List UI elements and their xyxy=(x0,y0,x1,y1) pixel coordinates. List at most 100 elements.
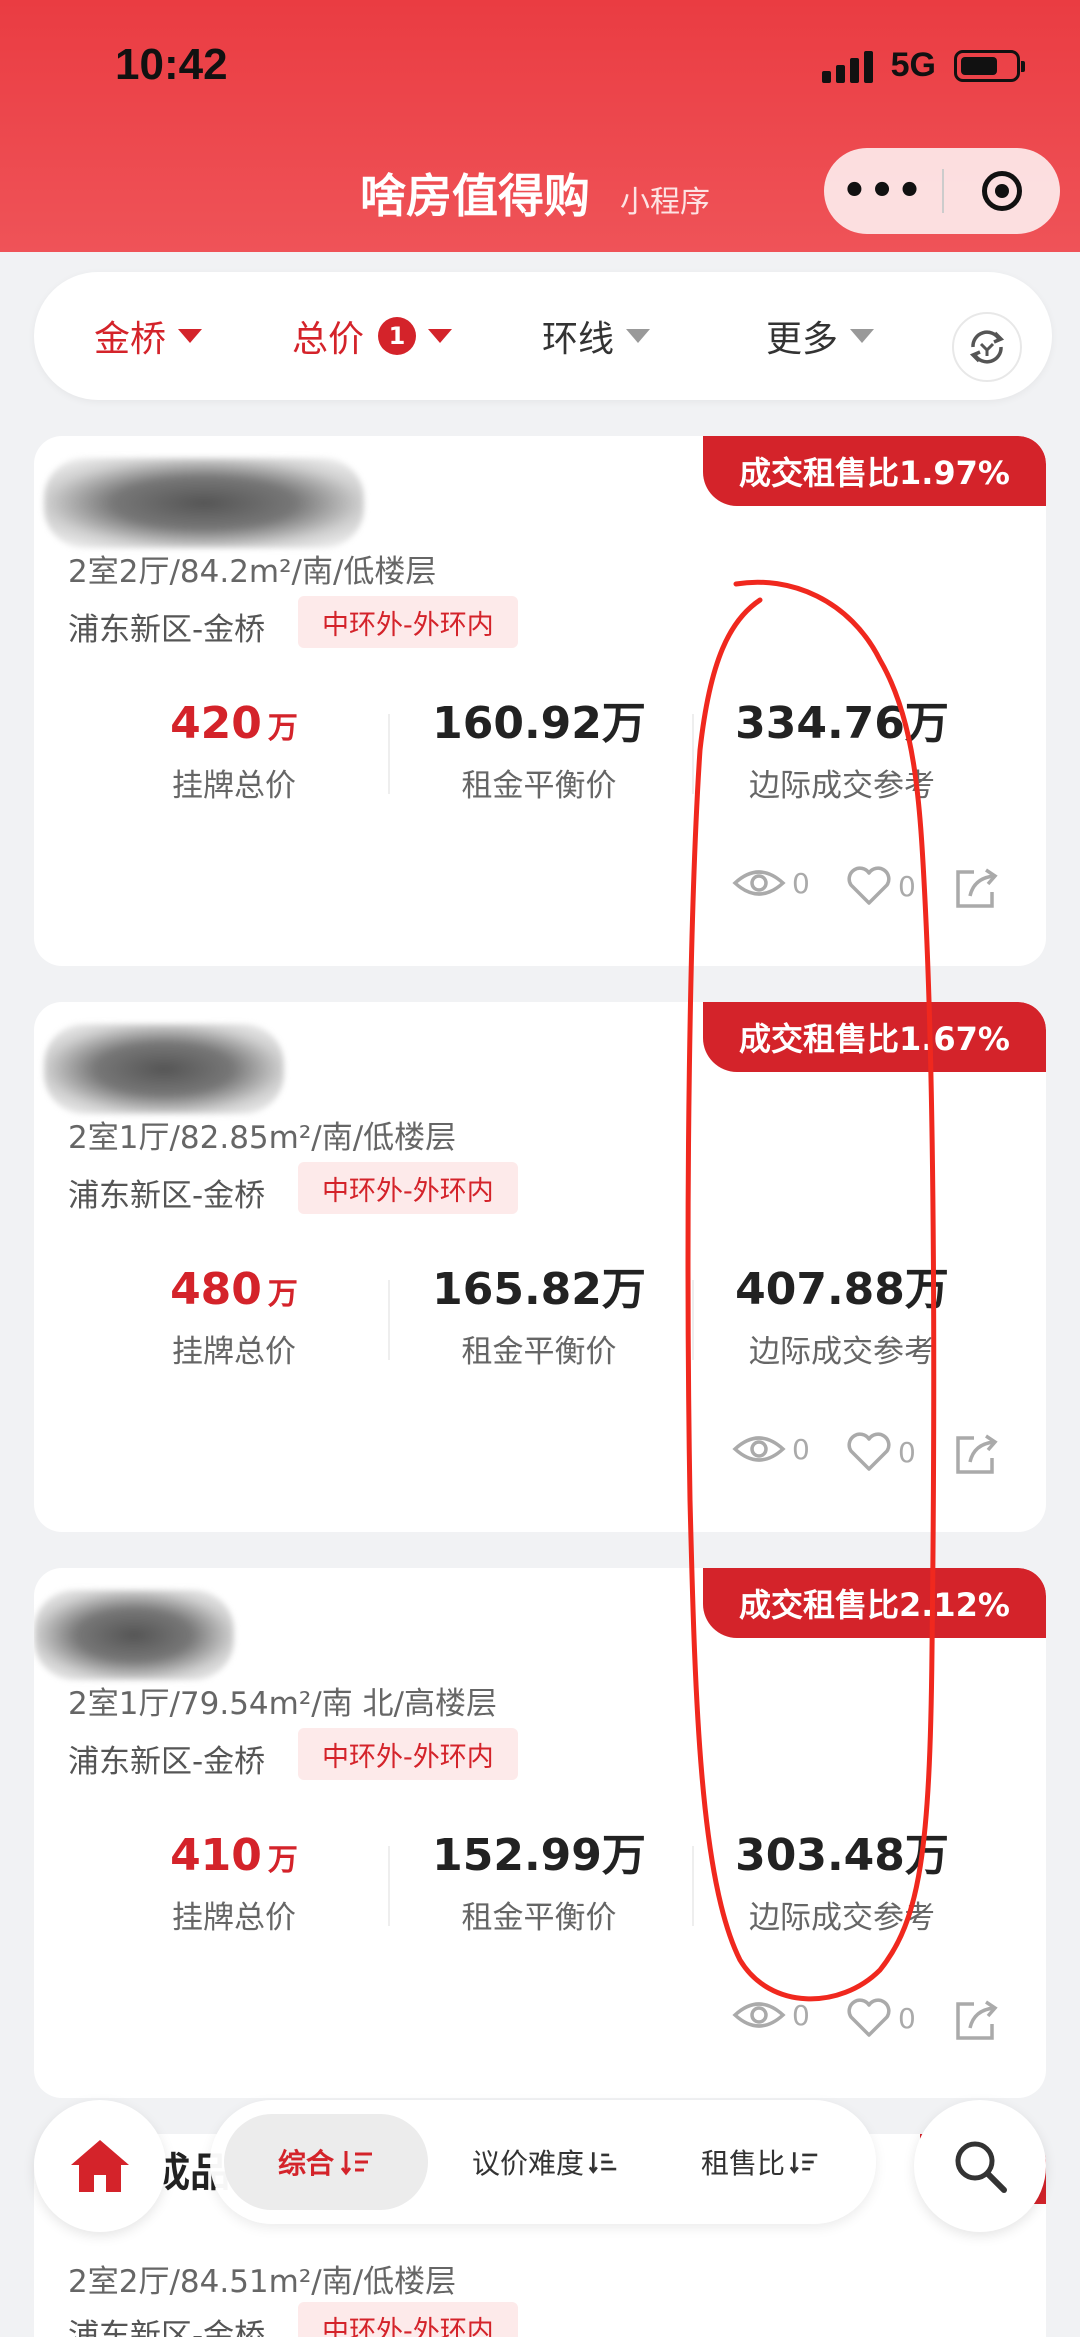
share-icon xyxy=(956,2000,998,2040)
metric-rent-balance: 152.99万 租金平衡价 xyxy=(389,1826,689,1937)
views-stat: 0 xyxy=(732,866,810,900)
sort-rent-sale-ratio[interactable]: 租售比 xyxy=(660,2114,860,2210)
filter-total-price-label: 总价 xyxy=(292,319,365,360)
rent-balance-label: 租金平衡价 xyxy=(461,1900,617,1936)
like-button[interactable]: 0 xyxy=(846,866,916,906)
sort-bargain-difficulty[interactable]: 议价难度 xyxy=(440,2114,650,2210)
page-subtitle: 小程序 xyxy=(620,185,710,220)
rent-sale-ratio-tag: 成交租售比2.12% xyxy=(702,1568,1046,1638)
marginal-value: 303.48万 xyxy=(735,1830,949,1881)
listing-layout: 2室1厅/82.85m²/南/低楼层 xyxy=(68,1120,457,1156)
listing-district: 浦东新区-金桥 xyxy=(68,612,266,648)
share-button[interactable] xyxy=(952,1432,1002,1478)
rent-balance-value: 165.82万 xyxy=(432,1264,646,1315)
network-type: 5G xyxy=(890,46,936,84)
rent-balance-value: 160.92万 xyxy=(432,698,646,749)
sort-icon xyxy=(340,2151,372,2176)
filter-more[interactable]: 更多 xyxy=(766,272,875,400)
filter-count-badge: 1 xyxy=(378,317,417,355)
miniprogram-capsule: ••• xyxy=(824,148,1060,234)
listing-card[interactable]: 成交租售比1.67% 2室1厅/82.85m²/南/低楼层 浦东新区-金桥 中环… xyxy=(34,1002,1046,1532)
metric-listing-price: 420 万 挂牌总价 xyxy=(84,694,384,805)
sort-comprehensive-label: 综合 xyxy=(277,2147,334,2180)
price-unit: 万 xyxy=(267,1277,298,1312)
ring-road-tag: 中环外-外环内 xyxy=(298,596,518,648)
ring-road-tag: 中环外-外环内 xyxy=(298,1162,518,1214)
filter-area[interactable]: 金桥 xyxy=(94,272,203,400)
share-icon xyxy=(956,868,998,908)
metric-marginal-deal: 303.48万 边际成交参考 xyxy=(692,1826,992,1937)
price-label: 挂牌总价 xyxy=(172,1900,296,1936)
caret-down-icon xyxy=(626,329,651,343)
views-stat: 0 xyxy=(732,1998,810,2032)
likes-count: 0 xyxy=(898,2001,916,2035)
filter-bar: 金桥 总价 1 环线 更多 xyxy=(34,272,1052,400)
metric-marginal-deal: 407.88万 边际成交参考 xyxy=(692,1260,992,1371)
price-value: 480 xyxy=(170,1264,262,1315)
views-stat: 0 xyxy=(732,1432,810,1466)
listing-layout: 2室2厅/84.51m²/南/低楼层 xyxy=(68,2264,457,2300)
heart-icon xyxy=(847,866,891,905)
filter-total-price[interactable]: 总价 1 xyxy=(292,272,453,400)
caret-down-icon xyxy=(428,329,453,343)
listing-layout: 2室1厅/79.54m²/南 北/高楼层 xyxy=(68,1686,498,1722)
home-button[interactable] xyxy=(34,2100,166,2232)
rent-balance-value: 152.99万 xyxy=(432,1830,646,1881)
sort-ratio-label: 租售比 xyxy=(700,2147,785,2180)
heart-icon xyxy=(847,1998,891,2037)
price-unit: 万 xyxy=(267,1843,298,1878)
views-count: 0 xyxy=(792,1432,810,1466)
battery-icon xyxy=(954,49,1025,82)
listing-district: 浦东新区-金桥 xyxy=(68,1744,266,1780)
marginal-value: 407.88万 xyxy=(735,1264,949,1315)
price-unit: 万 xyxy=(267,711,298,746)
price-value: 410 xyxy=(170,1830,262,1881)
sort-comprehensive[interactable]: 综合 xyxy=(224,2114,428,2210)
search-button[interactable] xyxy=(914,2100,1046,2232)
status-time: 10:42 xyxy=(115,40,228,89)
eye-icon xyxy=(732,1436,786,1462)
likes-count: 0 xyxy=(898,1435,916,1469)
reset-filter-icon[interactable] xyxy=(952,312,1022,382)
marginal-label: 边际成交参考 xyxy=(749,1900,935,1936)
sort-bar: 综合 议价难度 租售比 xyxy=(210,2100,876,2224)
signal-icon xyxy=(821,49,873,83)
eye-icon xyxy=(732,2002,786,2028)
marginal-label: 边际成交参考 xyxy=(749,1334,935,1370)
sort-icon xyxy=(588,2152,617,2174)
filter-ring-road[interactable]: 环线 xyxy=(542,272,651,400)
views-count: 0 xyxy=(792,866,810,900)
share-button[interactable] xyxy=(952,1998,1002,2044)
marginal-label: 边际成交参考 xyxy=(749,768,935,804)
listing-card[interactable]: 成交租售比2.12% 2室1厅/79.54m²/南 北/高楼层 浦东新区-金桥 … xyxy=(34,1568,1046,2098)
sort-bargain-label: 议价难度 xyxy=(471,2147,584,2180)
filter-more-label: 更多 xyxy=(766,319,839,360)
marginal-value: 334.76万 xyxy=(735,698,949,749)
redacted-community-name xyxy=(44,1024,284,1114)
like-button[interactable]: 0 xyxy=(846,1998,916,2038)
heart-icon xyxy=(847,1432,891,1471)
filter-area-label: 金桥 xyxy=(94,319,167,360)
rent-sale-ratio-tag: 成交租售比1.67% xyxy=(702,1002,1046,1072)
ring-road-tag: 中环外-外环内 xyxy=(298,2302,518,2337)
like-button[interactable]: 0 xyxy=(846,1432,916,1472)
share-icon xyxy=(956,1434,998,1474)
price-value: 420 xyxy=(170,698,262,749)
search-icon xyxy=(955,2141,1007,2193)
redacted-community-name xyxy=(44,458,364,548)
views-count: 0 xyxy=(792,1998,810,2032)
close-miniprogram-icon[interactable] xyxy=(944,171,1060,211)
listing-layout: 2室2厅/84.2m²/南/低楼层 xyxy=(68,554,437,590)
price-label: 挂牌总价 xyxy=(172,1334,296,1370)
share-button[interactable] xyxy=(952,866,1002,912)
metric-listing-price: 480 万 挂牌总价 xyxy=(84,1260,384,1371)
rent-sale-ratio-tag: 成交租售比1.97% xyxy=(702,436,1046,506)
listing-card[interactable]: 成交租售比1.97% 2室2厅/84.2m²/南/低楼层 浦东新区-金桥 中环外… xyxy=(34,436,1046,966)
metric-rent-balance: 165.82万 租金平衡价 xyxy=(389,1260,689,1371)
more-menu-icon[interactable]: ••• xyxy=(824,168,942,214)
listing-district: 浦东新区-金桥 xyxy=(68,2318,266,2337)
ring-road-tag: 中环外-外环内 xyxy=(298,1728,518,1780)
rent-balance-label: 租金平衡价 xyxy=(461,768,617,804)
sort-icon xyxy=(789,2152,818,2174)
rent-balance-label: 租金平衡价 xyxy=(461,1334,617,1370)
